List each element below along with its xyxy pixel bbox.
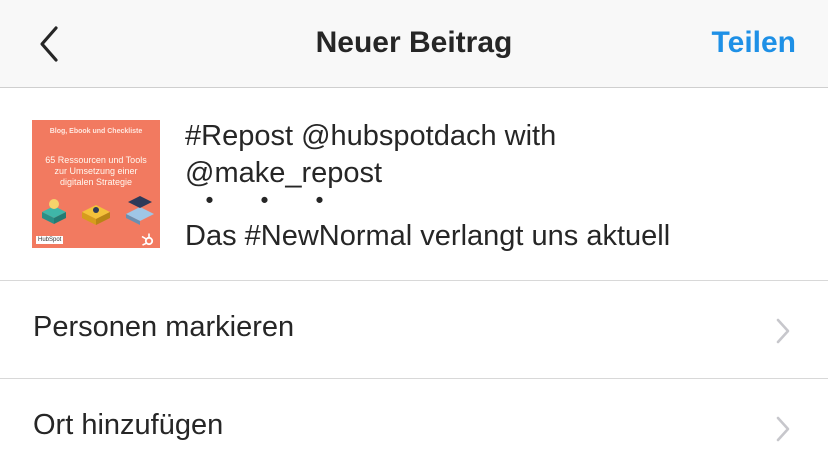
thumbnail-footer-text: HubSpot [36, 236, 64, 244]
chevron-right-icon [776, 416, 790, 442]
page-title: Neuer Beitrag [315, 26, 513, 59]
add-location-label: Ort hinzufügen [33, 409, 224, 441]
chevron-right-icon [776, 318, 790, 344]
thumbnail-header-text: Blog, Ebook und Checkliste [49, 128, 143, 135]
caption-line: Das #NewNormal verlangt uns aktuell [185, 220, 671, 252]
caption-overflow-fade [0, 253, 828, 280]
caption-dots: ・・・ [195, 186, 361, 218]
tag-people-row[interactable]: Personen markieren [0, 280, 828, 378]
post-composer: Blog, Ebook und Checkliste 65 Ressourcen… [0, 88, 828, 280]
caption-text[interactable]: #Repost @hubspotdach with @make_repost ・… [185, 118, 805, 255]
box-illustration-icon [82, 205, 110, 225]
thumbnail-illustration-icons [42, 196, 154, 225]
add-location-row[interactable]: Ort hinzufügen [0, 378, 828, 476]
hubspot-logo-icon [141, 233, 154, 246]
caption-line: #Repost @hubspotdach with [185, 120, 557, 152]
share-button[interactable]: Teilen [712, 26, 796, 60]
tag-people-label: Personen markieren [33, 311, 295, 343]
laptop-illustration-icon [126, 196, 154, 225]
navigation-bar: Neuer Beitrag Teilen [0, 0, 828, 88]
thumbnail-title-text: 65 Ressourcen und Tools zur Umsetzung ei… [45, 155, 147, 187]
desk-illustration-icon [42, 199, 66, 224]
post-thumbnail[interactable]: Blog, Ebook und Checkliste 65 Ressourcen… [32, 120, 160, 248]
